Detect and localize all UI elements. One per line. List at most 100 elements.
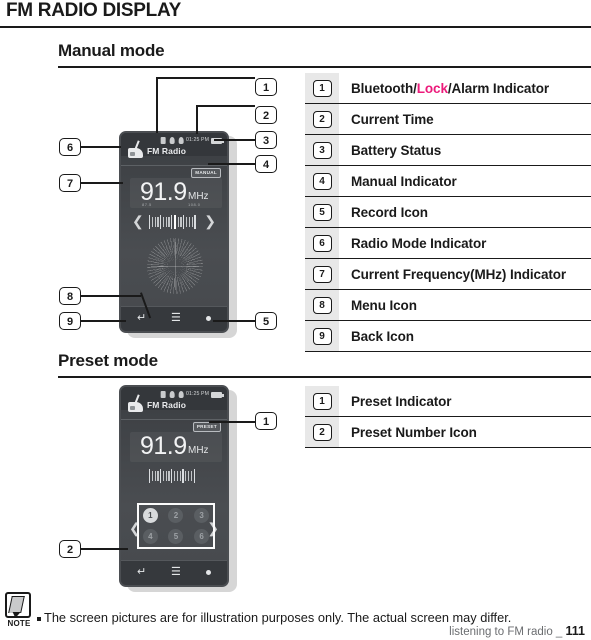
note-label: NOTE (7, 619, 31, 628)
legend-label: Preset Number Icon (351, 424, 477, 440)
legend-number: 8 (312, 296, 332, 314)
app-name-label: FM Radio (147, 145, 187, 156)
table-row: 9 Back Icon (305, 321, 591, 352)
leader-6-h (81, 146, 121, 148)
preset-button-4[interactable]: 4 (142, 529, 158, 545)
legend-number: 3 (312, 141, 332, 159)
preset-number-grid[interactable]: 1 2 3 4 5 6 (140, 506, 212, 546)
leader-1-v (156, 77, 158, 133)
table-row: 8 Menu Icon (305, 290, 591, 321)
radio-dial-graphic (147, 238, 203, 294)
frequency-value: 91.9 (140, 432, 187, 460)
legend-num-cell: 8 (305, 290, 339, 320)
manual-tuning-row: ❮ ❯ (121, 213, 227, 231)
legend-label: Radio Mode Indicator (351, 235, 487, 251)
legend-label: Record Icon (351, 204, 428, 220)
leader-2-h (196, 105, 255, 107)
legend-number: 1 (312, 392, 332, 410)
note-bullet (37, 617, 41, 621)
legend-num-cell: 2 (305, 417, 339, 447)
legend-num-cell: 5 (305, 197, 339, 227)
legend-label-post: /Alarm Indicator (447, 80, 550, 96)
preset-tuning-row (121, 467, 227, 485)
legend-label: Menu Icon (351, 297, 417, 313)
legend-num-cell: 1 (305, 73, 339, 103)
section-divider-preset (58, 376, 591, 378)
table-row: 7 Current Frequency(MHz) Indicator (305, 259, 591, 290)
menu-icon[interactable]: ☰ (171, 567, 181, 578)
leader-4-h (208, 163, 255, 165)
table-row: 2 Preset Number Icon (305, 417, 591, 448)
record-icon[interactable] (206, 316, 211, 321)
leader-p2-h (81, 548, 128, 550)
manual-header-divider (121, 165, 227, 166)
legend-num-cell: 1 (305, 386, 339, 416)
tune-next-chevron-icon[interactable]: ❯ (204, 214, 216, 228)
footer: listening to FM radio _ 111 (449, 624, 585, 638)
frequency-scale-left: 87.5 (142, 202, 152, 207)
manual-legend-table: 1 Bluetooth/Lock/Alarm Indicator 2 Curre… (305, 73, 591, 352)
manual-frequency-panel: 91.9 MHz 87.5 108.0 (130, 178, 222, 208)
tune-prev-chevron-icon[interactable]: ❮ (132, 214, 144, 228)
note-text: The screen pictures are for illustration… (44, 610, 512, 625)
legend-num-cell: 9 (305, 321, 339, 351)
table-row: 3 Battery Status (305, 135, 591, 166)
leader-1-h (156, 77, 255, 79)
legend-label: Current Time (351, 111, 434, 127)
manual-device-mock: 01:25 PM FM Radio MANUAL 91.9 MHz 87.5 1… (119, 131, 229, 333)
legend-number: 7 (312, 265, 332, 283)
leader-8-h (81, 295, 141, 297)
radio-mode-icon (128, 140, 148, 158)
table-row: 6 Radio Mode Indicator (305, 228, 591, 259)
legend-label: Back Icon (351, 328, 414, 344)
legend-label: Battery Status (351, 142, 442, 158)
preset-button-5[interactable]: 5 (168, 529, 184, 545)
legend-number: 2 (312, 110, 332, 128)
callout-7: 7 (59, 174, 81, 192)
preset-button-6[interactable]: 6 (194, 529, 210, 545)
manual-mode-badge: MANUAL (191, 168, 221, 178)
back-arrow-icon[interactable]: ↵ (137, 313, 146, 324)
leader-p1-h (209, 421, 255, 423)
leader-7-h (81, 182, 123, 184)
frequency-scale-right: 108.0 (188, 202, 201, 207)
menu-icon[interactable]: ☰ (171, 313, 181, 324)
preset-button-1[interactable]: 1 (142, 507, 158, 523)
callout-5: 5 (255, 312, 277, 330)
legend-label: Manual Indicator (351, 173, 457, 189)
legend-num-cell: 4 (305, 166, 339, 196)
legend-number: 2 (312, 423, 332, 441)
legend-number: 6 (312, 234, 332, 252)
legend-label: Preset Indicator (351, 393, 452, 409)
record-icon[interactable] (206, 570, 211, 575)
tuning-scale[interactable] (149, 469, 195, 483)
legend-num-cell: 6 (305, 228, 339, 258)
preset-bottom-nav: ↵ ☰ (121, 560, 227, 585)
tuning-scale[interactable] (149, 215, 196, 229)
legend-label-pre: Bluetooth/ (351, 80, 417, 96)
callout-1: 1 (255, 78, 277, 96)
preset-button-3[interactable]: 3 (194, 507, 210, 523)
table-row: 4 Manual Indicator (305, 166, 591, 197)
preset-header-divider (121, 419, 227, 420)
manual-app-header: FM Radio (121, 140, 227, 164)
legend-label: Current Frequency(MHz) Indicator (351, 266, 567, 282)
note-icon: NOTE (3, 592, 35, 632)
callout-8: 8 (59, 287, 81, 305)
legend-number: 9 (312, 327, 332, 345)
leader-3-h (214, 139, 255, 141)
section-heading-manual: Manual mode (58, 41, 165, 60)
callout-6: 6 (59, 138, 81, 156)
frequency-unit: MHz (188, 445, 209, 456)
leader-2-v (196, 105, 198, 134)
preset-button-2[interactable]: 2 (168, 507, 184, 523)
frequency-unit: MHz (188, 191, 209, 202)
preset-callout-1: 1 (255, 412, 277, 430)
legend-num-cell: 2 (305, 104, 339, 134)
section-divider-manual (58, 66, 591, 68)
legend-num-cell: 7 (305, 259, 339, 289)
back-arrow-icon[interactable]: ↵ (137, 567, 146, 578)
radio-mode-icon (128, 394, 148, 412)
preset-frequency-panel: 91.9 MHz (130, 432, 222, 462)
callout-9: 9 (59, 312, 81, 330)
